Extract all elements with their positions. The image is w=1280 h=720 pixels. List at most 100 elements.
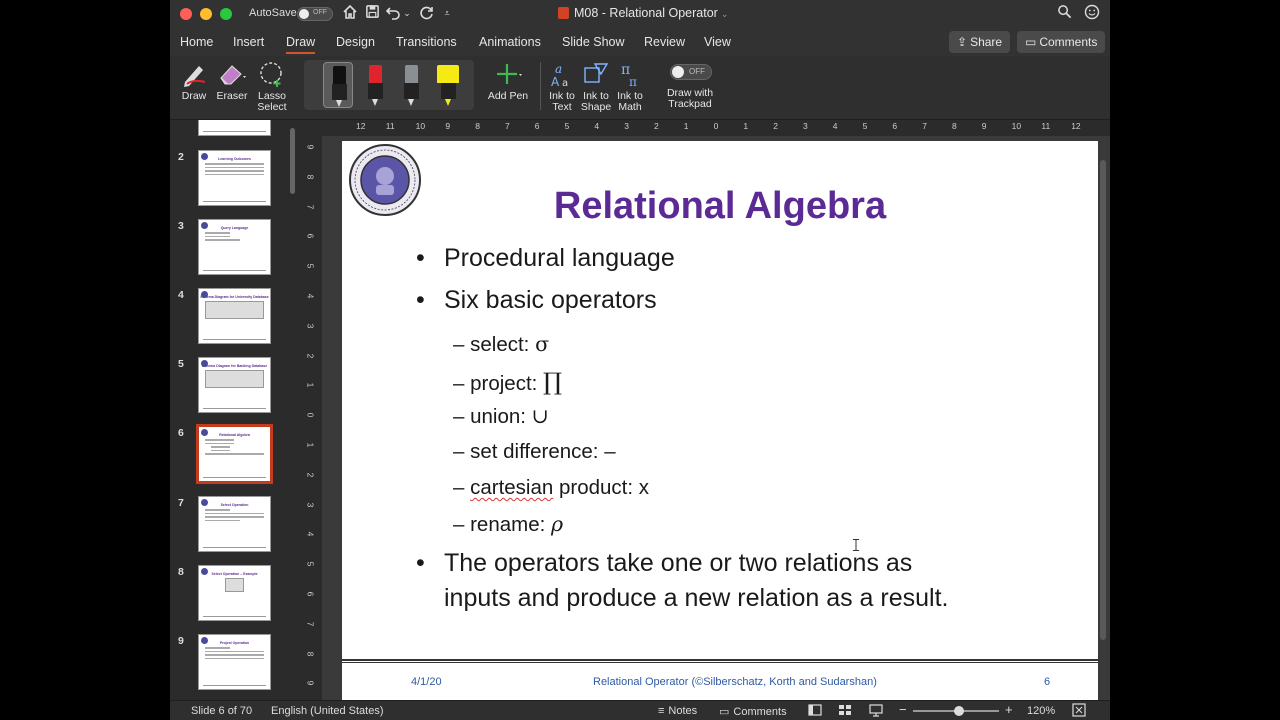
title-bar: AutoSave OFF ⌄ ⩡ M08 - Relational Operat… <box>170 0 1110 28</box>
sub-bullet-union[interactable]: – union: ∪ <box>453 404 549 429</box>
zoom-out-icon[interactable]: − <box>899 702 907 717</box>
add-pen-button[interactable]: Add Pen <box>486 60 530 102</box>
share-button[interactable]: ⇪ Share <box>949 31 1011 53</box>
undo-icon[interactable] <box>384 4 402 22</box>
tab-slide-show[interactable]: Slide Show <box>562 35 625 49</box>
ink-to-text-button[interactable]: aAa Ink to Text <box>547 60 577 113</box>
ribbon-divider <box>540 62 541 110</box>
thumb-footer-line <box>203 201 266 202</box>
tab-transitions[interactable]: Transitions <box>396 35 457 49</box>
thumbnail-scrollbar[interactable] <box>290 128 295 194</box>
gray-pencil[interactable] <box>396 62 426 108</box>
draw-with-trackpad-label: Draw with Trackpad <box>662 88 718 110</box>
eraser-button[interactable]: Eraser <box>214 60 250 102</box>
lasso-select-button[interactable]: Lasso Select <box>254 60 290 113</box>
eraser-icon <box>220 65 246 85</box>
draw-pen-icon <box>184 66 206 87</box>
bullet-six-basic-operators[interactable]: • Six basic operators <box>416 286 657 315</box>
slide-title[interactable]: Relational Algebra <box>342 185 1098 228</box>
ink-to-shape-button[interactable]: Ink to Shape <box>580 60 612 113</box>
autosave-toggle[interactable]: OFF <box>297 7 333 21</box>
tab-review[interactable]: Review <box>644 35 685 49</box>
document-title: M08 - Relational Operator <box>574 6 718 20</box>
thumb-footer-line <box>203 616 266 617</box>
notes-button[interactable]: ≡ Notes <box>658 705 697 717</box>
tab-draw[interactable]: Draw <box>286 35 316 54</box>
slide-sorter-button[interactable] <box>838 703 852 720</box>
slide-thumbnail-7[interactable]: Select Operation <box>198 496 271 552</box>
redo-icon[interactable] <box>418 4 436 22</box>
bullet-procedural-language[interactable]: • Procedural language <box>416 244 675 273</box>
thumb-title: Learning Outcomes <box>218 157 251 161</box>
document-title-area[interactable]: M08 - Relational Operator ⌄ <box>558 6 728 20</box>
ruler-tick-label: 8 <box>305 174 316 180</box>
slide-thumbnail-9[interactable]: Project Operation <box>198 634 271 690</box>
tab-home[interactable]: Home <box>180 35 213 49</box>
draw-tool-button[interactable]: Draw <box>178 60 210 102</box>
slide-thumbnail-1[interactable] <box>198 120 271 136</box>
tab-insert[interactable]: Insert <box>233 35 264 49</box>
ruler-tick-label: 2 <box>305 353 316 358</box>
thumb-footer-line <box>203 339 266 340</box>
slide-canvas[interactable]: Relational Algebra • Procedural language … <box>342 141 1098 701</box>
slide-thumbnail-8[interactable]: Select Operation – Example <box>198 565 271 621</box>
language-indicator[interactable]: English (United States) <box>271 705 384 717</box>
zoom-in-icon[interactable]: + <box>1005 702 1013 717</box>
save-icon[interactable] <box>363 4 381 22</box>
pen-body <box>332 84 347 100</box>
tab-view[interactable]: View <box>704 35 731 49</box>
slide-scrollbar[interactable] <box>1100 160 1106 640</box>
footer-rule <box>342 659 1098 663</box>
close-window-button[interactable] <box>180 8 192 20</box>
tab-animations[interactable]: Animations <box>479 35 541 49</box>
bullet-operators-take-relations[interactable]: • The operators take one or two relations… <box>416 546 948 616</box>
undo-dropdown-icon[interactable]: ⌄ <box>402 4 412 22</box>
customize-toolbar-icon[interactable]: ⩡ <box>441 4 453 22</box>
maximize-window-button[interactable] <box>220 8 232 20</box>
sub-bullet-cartesian-product[interactable]: – cartesian product: x <box>453 476 649 500</box>
logo-icon <box>201 429 208 436</box>
red-pen[interactable] <box>360 62 390 108</box>
yellow-highlighter[interactable] <box>433 62 463 108</box>
search-icon[interactable] <box>1055 4 1073 22</box>
sub-bullet-project[interactable]: – project: ∏ <box>453 368 562 396</box>
sub-bullet-select[interactable]: – select: σ <box>453 332 549 357</box>
notes-label: Notes <box>668 705 698 717</box>
slide-thumbnail-6[interactable]: Relational Algebra <box>196 424 273 484</box>
draw-with-trackpad-toggle[interactable]: OFF <box>670 64 712 80</box>
comments-button[interactable]: ▭ Comments <box>1017 31 1106 53</box>
tab-design[interactable]: Design <box>336 35 375 49</box>
zoom-slider-knob[interactable] <box>954 706 964 716</box>
minimize-window-button[interactable] <box>200 8 212 20</box>
svg-text:a: a <box>555 62 562 76</box>
ruler-tick-label: 12 <box>356 121 366 131</box>
sigma-symbol: σ <box>535 332 550 356</box>
feedback-smiley-icon[interactable] <box>1083 4 1101 22</box>
slide-thumbnail-3[interactable]: Query Language <box>198 219 271 275</box>
thumb-text-line <box>205 509 230 511</box>
footer-credit: Relational Operator (©Silberschatz, Kort… <box>593 676 877 688</box>
sub-bullet-rename[interactable]: – rename: ρ <box>453 512 563 537</box>
ink-to-math-button[interactable]: ππ Ink to Math <box>615 60 645 113</box>
sub-bullet-set-difference[interactable]: – set difference: – <box>453 440 616 464</box>
pen-cap <box>333 66 346 84</box>
pen-cap <box>369 65 382 83</box>
home-icon[interactable] <box>341 4 359 22</box>
presenter-view-button[interactable] <box>869 703 883 720</box>
thumb-text-line <box>205 650 264 652</box>
slide-thumbnail-2[interactable]: Learning Outcomes <box>198 150 271 206</box>
slide-thumbnail-5[interactable]: Schema Diagram for Banking Database <box>198 357 271 413</box>
thumbnail-number: 9 <box>178 635 184 647</box>
black-pen[interactable] <box>323 62 353 108</box>
normal-view-button[interactable] <box>808 703 822 720</box>
ruler-tick-label: 9 <box>981 121 987 131</box>
fit-to-window-button[interactable] <box>1072 703 1086 720</box>
pen-cap <box>405 65 418 83</box>
lasso-label-2: Select <box>257 101 287 113</box>
status-comments-button[interactable]: ▭ Comments <box>719 705 787 718</box>
horizontal-ruler[interactable]: 12 11 10 9 8 7 6 5 4 3 2 1 0 1 2 3 4 5 6 7 8 9 10 11 12 <box>304 120 1110 136</box>
zoom-level[interactable]: 120% <box>1027 705 1055 717</box>
slide-thumbnail-4[interactable]: Schema Diagram for University Database <box>198 288 271 344</box>
vertical-ruler[interactable]: 9 8 7 6 5 4 3 2 1 0 1 2 3 4 5 6 7 8 9 <box>304 136 322 700</box>
draw-label: Draw <box>181 90 207 102</box>
